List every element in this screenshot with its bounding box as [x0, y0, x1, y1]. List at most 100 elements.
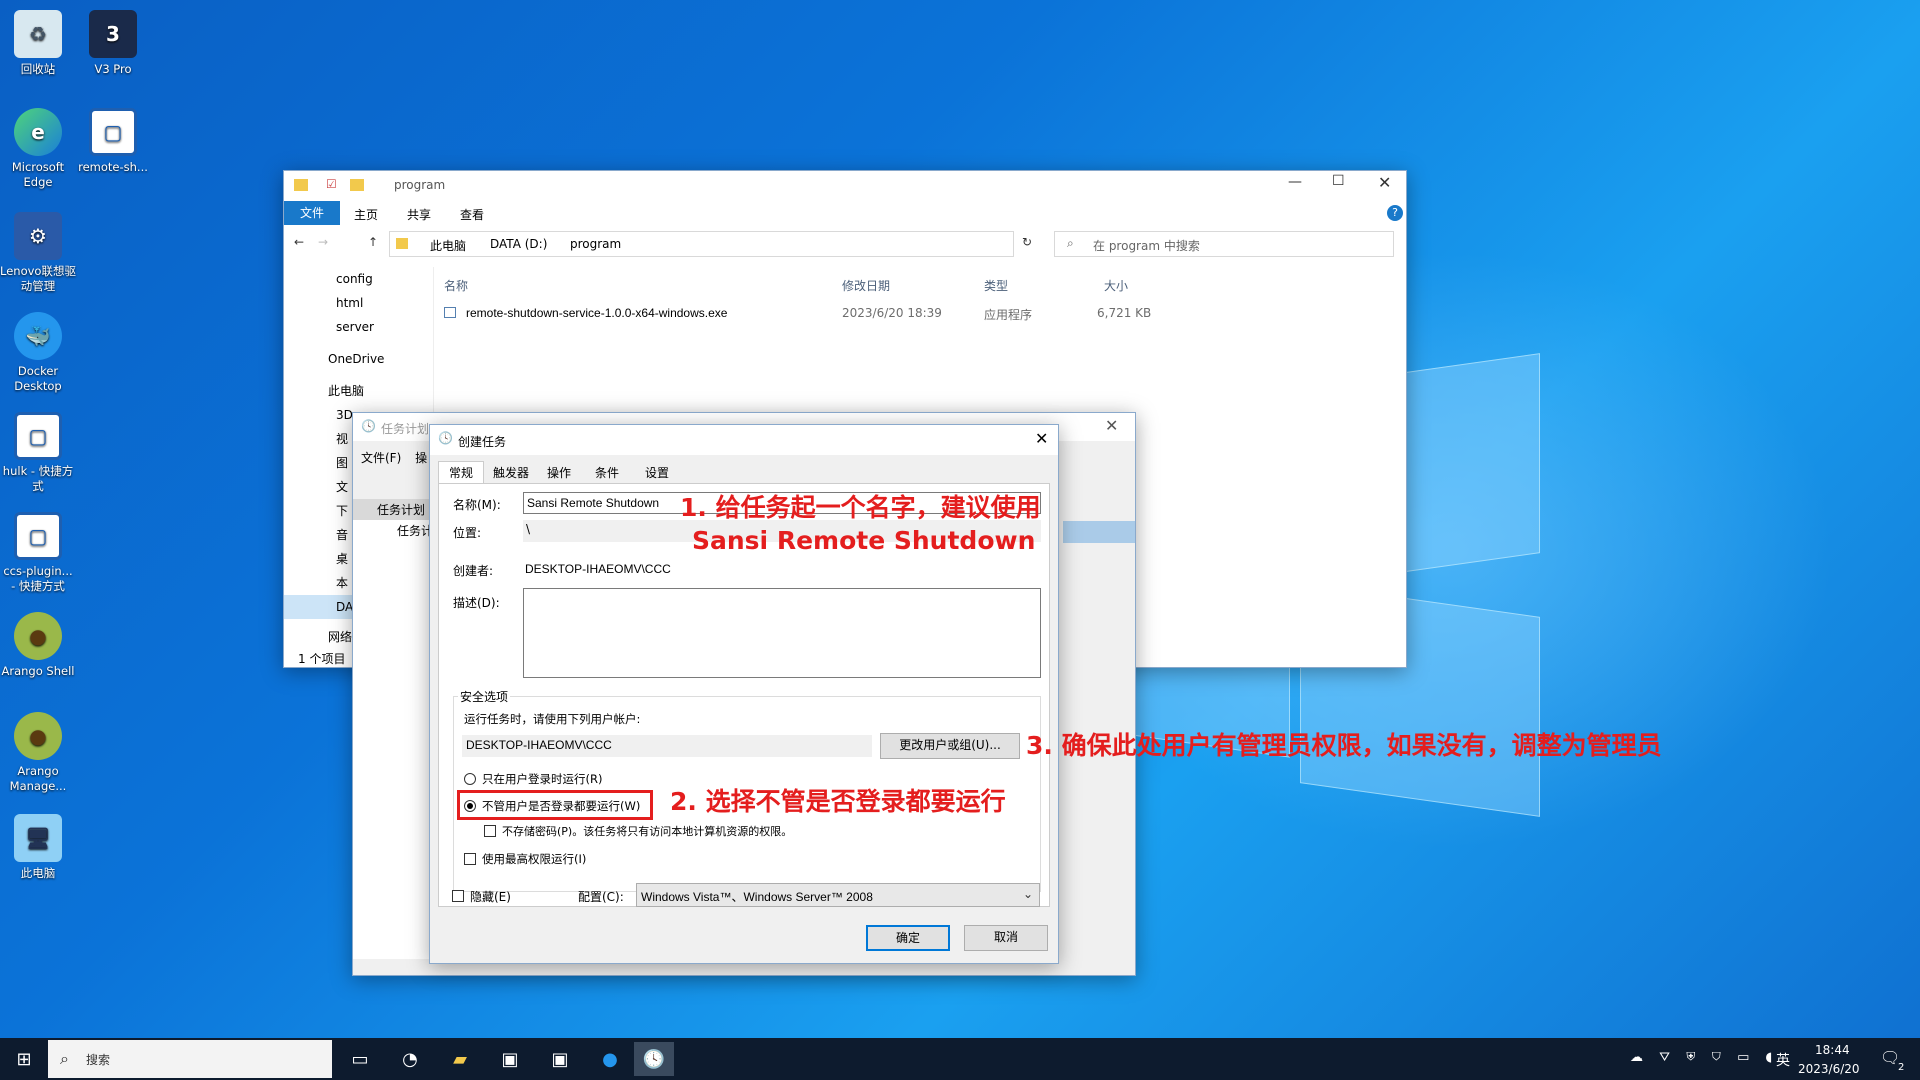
explorer-titlebar: ☑ program — ☐ ✕: [284, 171, 1406, 201]
task-scheduler-icon[interactable]: 🕓: [634, 1042, 674, 1076]
back-arrow-icon[interactable]: ←: [294, 235, 304, 249]
table-row[interactable]: remote-shutdown-service-1.0.0-x64-window…: [444, 303, 1404, 325]
desc-label: 描述(D):: [453, 596, 500, 610]
task-view-icon[interactable]: ▭: [340, 1042, 380, 1076]
maximize-button[interactable]: ☐: [1332, 173, 1345, 189]
taskbar-search-box[interactable]: ⌕ 搜索: [48, 1040, 332, 1078]
file-explorer-icon[interactable]: ▰: [440, 1042, 480, 1076]
tab-conditions[interactable]: 条件: [584, 464, 630, 481]
scheduler-tree: 任务计划 任务计: [353, 499, 433, 959]
dialog-title: 创建任务: [458, 435, 507, 449]
desktop-icon-arango-shell[interactable]: ● Arango Shell: [0, 608, 76, 679]
column-date[interactable]: 修改日期: [842, 277, 890, 294]
tray-icons: ☁ ⛛ ⛨ ⛉ ▭ ◖: [1630, 1050, 1779, 1065]
tree-item-root[interactable]: 任务计划: [353, 499, 433, 520]
change-user-button[interactable]: 更改用户或组(U)...: [880, 733, 1020, 759]
address-bar[interactable]: 此电脑 DATA (D:) program: [389, 231, 1014, 257]
search-icon: ⌕: [60, 1049, 69, 1068]
menu-file[interactable]: 文件(F): [361, 451, 401, 465]
v3-pro-icon: 3: [89, 10, 137, 58]
close-button[interactable]: ✕: [1105, 416, 1118, 435]
desktop-icon-edge[interactable]: e Microsoft Edge: [0, 104, 76, 190]
shortcut-icon: ▢: [14, 512, 62, 560]
menu-action[interactable]: 操: [415, 451, 427, 465]
tree-item-library[interactable]: 任务计: [353, 520, 433, 541]
no-store-password-label: 不存储密码(P)。该任务将只有访问本地计算机资源的权限。: [502, 825, 793, 838]
close-button[interactable]: ✕: [1035, 429, 1048, 448]
tab-triggers[interactable]: 触发器: [486, 464, 536, 481]
author-value: DESKTOP-IHAEOMV\CCC: [525, 562, 671, 576]
column-type[interactable]: 类型: [984, 277, 1008, 294]
docker-icon[interactable]: ●: [590, 1042, 630, 1076]
refresh-icon[interactable]: ↻: [1022, 235, 1032, 249]
hidden-checkbox[interactable]: [452, 890, 464, 902]
dialog-titlebar: 🕓 创建任务 ✕: [430, 425, 1058, 455]
config-value: Windows Vista™、Windows Server™ 2008: [641, 890, 873, 904]
desktop-icon-ccs-plugin[interactable]: ▢ ccs-plugin... - 快捷方式: [0, 508, 76, 594]
desktop-icon-remote-sh[interactable]: ▢ remote-sh...: [75, 104, 151, 175]
clock-icon: 🕓: [438, 431, 453, 445]
tab-view[interactable]: 查看: [460, 206, 484, 223]
app-icon[interactable]: ▣: [490, 1042, 530, 1076]
clock-date[interactable]: 2023/6/20: [1798, 1062, 1860, 1076]
column-size[interactable]: 大小: [1104, 277, 1128, 294]
breadcrumb-this-pc[interactable]: 此电脑: [430, 237, 466, 254]
up-arrow-icon[interactable]: ↑: [368, 235, 378, 249]
taskbar-search-label: 搜索: [86, 1053, 111, 1067]
breadcrumb-program[interactable]: program: [570, 237, 621, 251]
desktop-icon-recycle-bin[interactable]: ♻ 回收站: [0, 6, 76, 77]
ribbon-tabs: 文件 主页 共享 查看 ?: [284, 201, 1406, 225]
search-placeholder: 在 program 中搜索: [1093, 239, 1200, 253]
breadcrumb-drive[interactable]: DATA (D:): [490, 237, 547, 251]
config-label: 配置(C):: [578, 890, 624, 904]
tab-file[interactable]: 文件: [284, 201, 340, 225]
no-store-password-checkbox[interactable]: [484, 825, 496, 837]
radio-logged-on[interactable]: [464, 773, 476, 785]
ime-indicator[interactable]: 英: [1776, 1050, 1790, 1070]
sidebar-item-html[interactable]: html: [284, 291, 424, 315]
dialog-tabs: 常规 触发器 操作 条件 设置: [438, 461, 1050, 485]
desktop-icon-v3pro[interactable]: 3 V3 Pro: [75, 6, 151, 77]
sidebar-item-server[interactable]: server: [284, 315, 424, 339]
tab-settings[interactable]: 设置: [634, 464, 680, 481]
tab-general[interactable]: 常规: [438, 461, 484, 485]
status-bar-text: 1 个项目: [298, 652, 346, 666]
desktop-icon-arango-manage[interactable]: ● Arango Manage...: [0, 708, 76, 794]
tab-actions[interactable]: 操作: [536, 464, 582, 481]
close-button[interactable]: ✕: [1378, 173, 1391, 192]
desktop-icon-hulk[interactable]: ▢ hulk - 快捷方式: [0, 408, 76, 494]
sidebar-item-this-pc[interactable]: 此电脑: [284, 379, 424, 403]
description-textarea[interactable]: [523, 588, 1041, 678]
file-name: remote-shutdown-service-1.0.0-x64-window…: [466, 306, 728, 320]
desktop-icon-lenovo[interactable]: ⚙ Lenovo联想驱动管理: [0, 208, 76, 294]
search-icon: ⌕: [1067, 236, 1074, 250]
forward-arrow-icon[interactable]: →: [318, 235, 328, 249]
app-icon[interactable]: ▣: [540, 1042, 580, 1076]
column-name[interactable]: 名称: [444, 277, 468, 294]
start-button[interactable]: ⊞: [4, 1042, 44, 1076]
highest-privileges-checkbox[interactable]: [464, 853, 476, 865]
highest-privileges-label: 使用最高权限运行(I): [482, 852, 587, 866]
sidebar-item-config[interactable]: config: [284, 267, 424, 291]
help-icon[interactable]: ?: [1387, 205, 1403, 221]
exe-file-icon: [444, 307, 456, 318]
config-select[interactable]: Windows Vista™、Windows Server™ 2008 ⌄: [636, 883, 1040, 907]
tab-share[interactable]: 共享: [407, 206, 431, 223]
avocado-icon: ●: [14, 612, 62, 660]
clock-icon: 🕓: [361, 419, 376, 433]
search-box[interactable]: ⌕ 在 program 中搜索: [1054, 231, 1394, 257]
file-date: 2023/6/20 18:39: [842, 306, 942, 320]
desktop-icon-this-pc[interactable]: 🖥 此电脑: [0, 810, 76, 881]
folder-icon: [396, 238, 408, 249]
clock-time[interactable]: 18:44: [1815, 1043, 1850, 1057]
tab-home[interactable]: 主页: [354, 206, 378, 223]
minimize-button[interactable]: —: [1288, 174, 1302, 190]
ok-button[interactable]: 确定: [866, 925, 950, 951]
sidebar-item-onedrive[interactable]: OneDrive: [284, 347, 424, 371]
shortcut-icon: ▢: [14, 412, 62, 460]
desktop-icon-docker[interactable]: 🐳 Docker Desktop: [0, 308, 76, 394]
cancel-button[interactable]: 取消: [964, 925, 1048, 951]
edge-icon[interactable]: ◔: [390, 1042, 430, 1076]
recycle-bin-icon: ♻: [14, 10, 62, 58]
chevron-down-icon: ⌄: [1023, 887, 1034, 901]
